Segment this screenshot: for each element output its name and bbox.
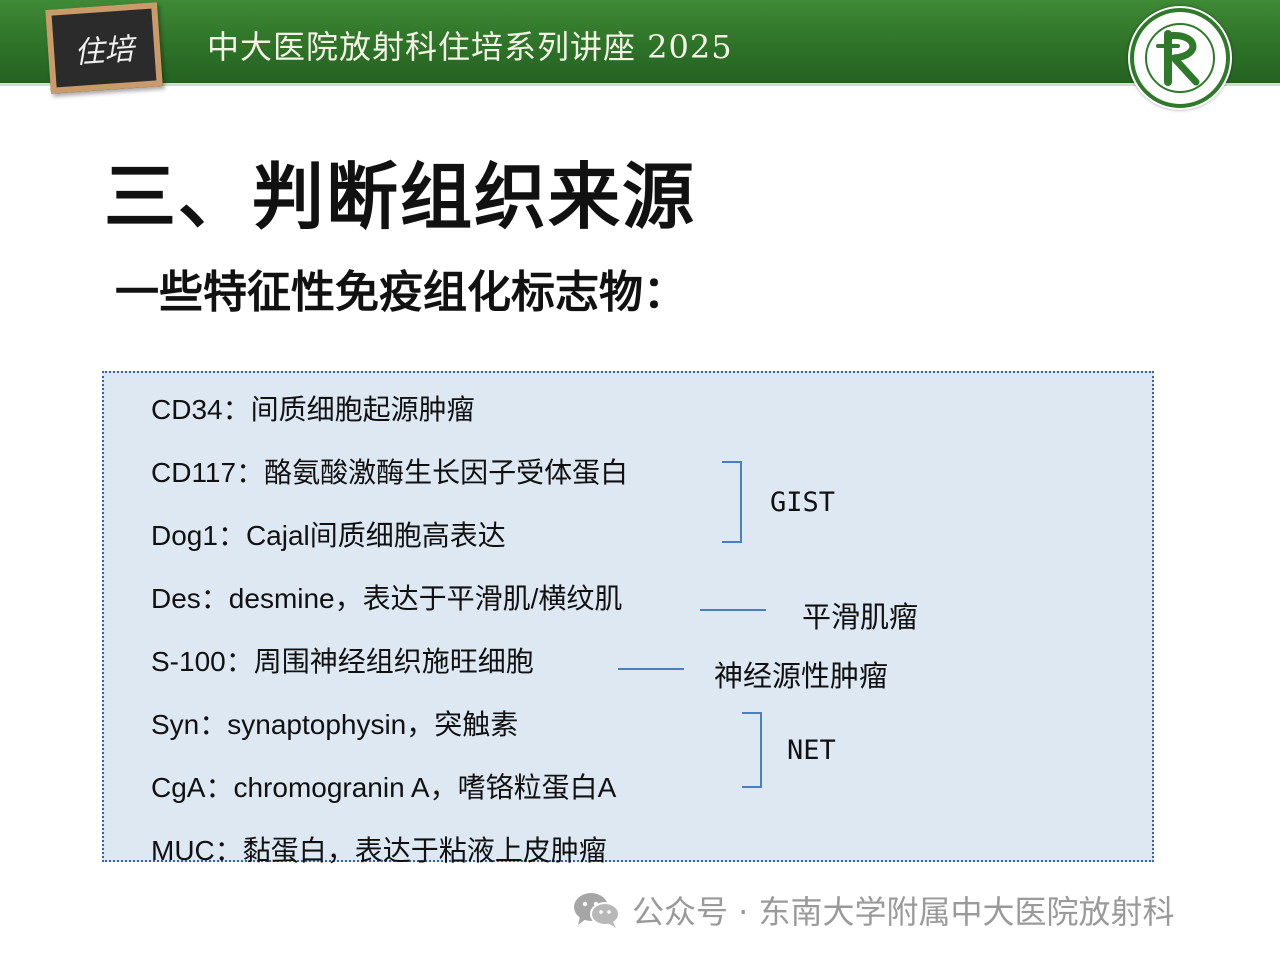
watermark-text: 公众号 · 东南大学附属中大医院放射科: [632, 893, 1175, 931]
smooth-muscle-label: 平滑肌瘤: [802, 600, 919, 634]
marker-cga: CgA：chromogranin A，嗜铬粒蛋白A: [151, 772, 617, 803]
hospital-logo-icon: [1130, 8, 1230, 108]
neurogenic-label: 神经源性肿瘤: [714, 659, 889, 693]
marker-dog1: Dog1：Cajal间质细胞高表达: [151, 520, 506, 551]
net-label: NET: [787, 735, 836, 766]
marker-syn: Syn：synaptophysin，突触素: [151, 709, 519, 740]
marker-muc: MUC：黏蛋白，表达于粘液上皮肿瘤: [151, 835, 607, 866]
wechat-watermark: 公众号 · 东南大学附属中大医院放射科: [572, 888, 1175, 932]
net-bracket: [742, 712, 762, 788]
lecture-series-title: 中大医院放射科住培系列讲座 2025: [207, 28, 733, 66]
neurogenic-connector: [618, 668, 684, 670]
slide-title: 三、判断组织来源: [104, 155, 697, 239]
slide-subtitle: 一些特征性免疫组化标志物：: [115, 267, 687, 318]
hospital-logo: [1128, 6, 1232, 110]
header-divider: [0, 83, 1280, 86]
gist-label: GIST: [770, 487, 836, 518]
marker-s100: S-100：周围神经组织施旺细胞: [151, 646, 534, 677]
chalkboard-badge: 住培: [45, 2, 163, 94]
wechat-icon: [574, 893, 620, 928]
chalkboard-text: 住培: [73, 31, 136, 72]
marker-des: Des：desmine，表达于平滑肌/横纹肌: [151, 583, 623, 614]
smooth-muscle-connector: [700, 609, 766, 611]
marker-cd117: CD117：酪氨酸激酶生长因子受体蛋白: [151, 457, 629, 488]
gist-bracket: [722, 461, 742, 543]
marker-cd34: CD34：间质细胞起源肿瘤: [151, 394, 475, 425]
